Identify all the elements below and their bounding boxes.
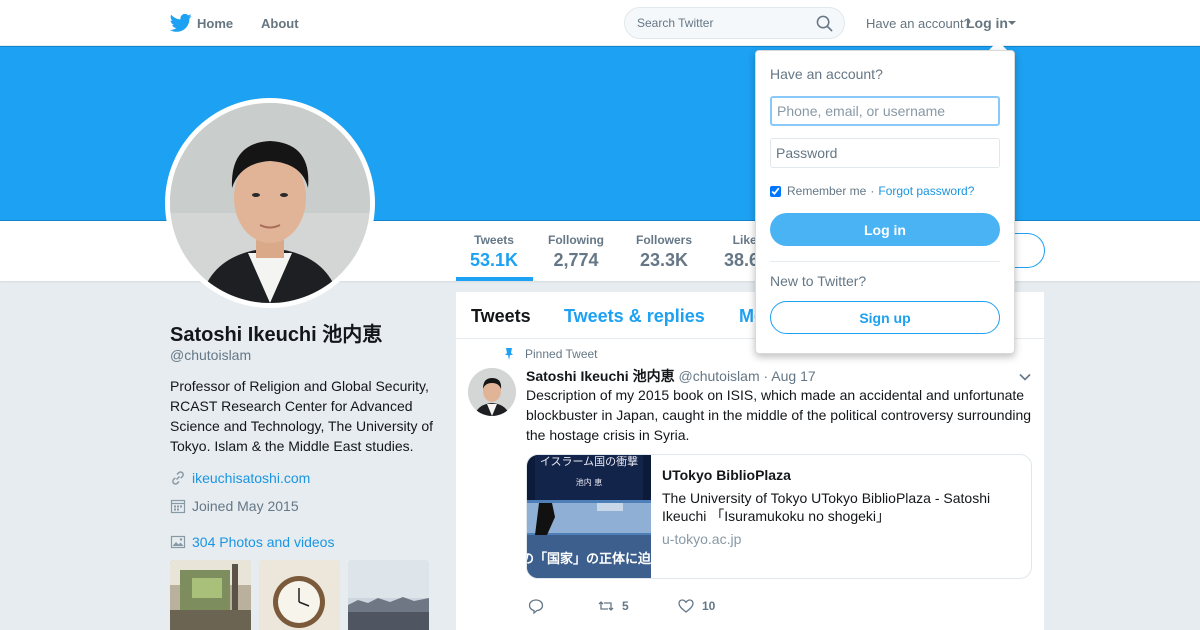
- tweet-header: Satoshi Ikeuchi 池内恵 @chutoislam · Aug 17: [526, 366, 816, 386]
- pinned-indicator: Pinned Tweet: [504, 347, 598, 361]
- stat-tweets[interactable]: Tweets 53.1K: [470, 233, 518, 271]
- profile-handle[interactable]: @chutoislam: [170, 347, 251, 363]
- card-title: UTokyo BiblioPlaza: [662, 467, 791, 483]
- tab-tweets[interactable]: Tweets: [471, 306, 531, 327]
- photo-thumbnail[interactable]: [170, 560, 251, 630]
- stat-value: 53.1K: [470, 250, 519, 270]
- pinned-label: Pinned Tweet: [525, 347, 598, 361]
- tweet-date[interactable]: · Aug 17: [764, 368, 816, 384]
- new-to-twitter-text: New to Twitter?: [770, 273, 867, 289]
- signup-button[interactable]: Sign up: [770, 301, 1000, 334]
- stat-label: Followers: [636, 233, 693, 247]
- top-nav: Home About Have an account? Log in: [0, 0, 1200, 46]
- search-input[interactable]: [637, 16, 807, 30]
- book-top-text: イスラーム国の衝撃: [540, 455, 638, 468]
- profile-photos-row: 304 Photos and videos: [170, 534, 334, 550]
- dropdown-heading: Have an account?: [770, 66, 883, 82]
- card-domain: u-tokyo.ac.jp: [662, 531, 742, 547]
- retweet-count: 5: [622, 599, 629, 613]
- book-author-text: 池内 恵: [576, 477, 603, 487]
- password-field[interactable]: [770, 138, 1000, 168]
- search-box[interactable]: [624, 7, 845, 39]
- nav-about-link[interactable]: About: [261, 16, 299, 31]
- retweet-action[interactable]: 5: [598, 598, 678, 614]
- stat-value: 2,774: [553, 250, 599, 270]
- photo-cityscape-icon: [348, 560, 429, 630]
- like-count: 10: [702, 599, 716, 613]
- remember-me-row: Remember me · Forgot password?: [770, 184, 974, 198]
- link-icon: [172, 471, 184, 485]
- profile-avatar[interactable]: [165, 98, 375, 308]
- tweet-author-handle[interactable]: @chutoislam: [678, 368, 759, 384]
- heart-icon[interactable]: [678, 598, 694, 614]
- person-portrait-icon: [468, 368, 516, 416]
- login-button[interactable]: Log in: [770, 213, 1000, 246]
- profile-joined-row: Joined May 2015: [170, 498, 299, 514]
- image-icon: [170, 535, 186, 549]
- nav-home-link[interactable]: Home: [197, 16, 233, 31]
- calendar-icon: [170, 499, 186, 514]
- card-thumbnail: イスラーム国の衝撃 池内 恵 謎の「国家」の正体に迫る!: [527, 455, 651, 578]
- active-tab-indicator: [456, 277, 533, 281]
- profile-name[interactable]: Satoshi Ikeuchi 池内恵: [170, 318, 382, 347]
- stat-followers[interactable]: Followers 23.3K: [636, 233, 692, 271]
- reply-action[interactable]: [528, 598, 598, 614]
- tweet-author-name[interactable]: Satoshi Ikeuchi 池内恵: [526, 368, 675, 384]
- pin-icon: [505, 348, 513, 360]
- book-banner-text: 謎の「国家」の正体に迫る!: [527, 551, 651, 567]
- like-action[interactable]: 10: [678, 598, 715, 614]
- stat-label: Following: [548, 233, 604, 247]
- dropdown-arrow: [989, 41, 1007, 50]
- caret-down-icon[interactable]: [1008, 21, 1016, 25]
- separator-dot: ·: [870, 184, 875, 198]
- photo-clock-icon: [259, 560, 340, 630]
- profile-bio: Professor of Religion and Global Securit…: [170, 378, 434, 454]
- forgot-password-link[interactable]: Forgot password?: [878, 184, 974, 198]
- card-description: The University of Tokyo UTokyo BiblioPla…: [662, 490, 991, 524]
- reply-icon[interactable]: [528, 598, 544, 614]
- username-field[interactable]: [770, 96, 1000, 126]
- profile-photos-link[interactable]: 304 Photos and videos: [192, 534, 334, 550]
- retweet-icon[interactable]: [598, 598, 614, 614]
- tab-tweets-replies[interactable]: Tweets & replies: [564, 306, 705, 327]
- stat-label: Tweets: [474, 233, 514, 247]
- have-account-text: Have an account?: [866, 16, 971, 31]
- chevron-down-icon[interactable]: [1018, 370, 1032, 384]
- person-portrait-icon: [170, 103, 370, 303]
- login-dropdown: Have an account? Remember me · Forgot pa…: [755, 50, 1015, 354]
- tweet-actions: 5 10: [528, 598, 715, 614]
- search-icon[interactable]: [816, 15, 833, 32]
- book-cover-icon: イスラーム国の衝撃 池内 恵 謎の「国家」の正体に迫る!: [527, 455, 651, 578]
- photo-interior-icon: [170, 560, 251, 630]
- remember-me-label[interactable]: Remember me: [787, 184, 866, 198]
- twitter-bird-icon[interactable]: [170, 13, 192, 33]
- photo-thumbnail[interactable]: [259, 560, 340, 630]
- photo-thumbnail[interactable]: [348, 560, 429, 630]
- stat-following[interactable]: Following 2,774: [548, 233, 604, 271]
- profile-joined-text: Joined May 2015: [192, 498, 299, 514]
- tweet-avatar[interactable]: [468, 368, 516, 416]
- tweet-text: Description of my 2015 book on ISIS, whi…: [526, 387, 1032, 443]
- remember-me-checkbox[interactable]: [770, 185, 781, 197]
- dropdown-divider: [770, 261, 1000, 262]
- link-card[interactable]: イスラーム国の衝撃 池内 恵 謎の「国家」の正体に迫る! UTokyo Bibl…: [526, 454, 1032, 579]
- stat-value: 23.3K: [639, 250, 689, 270]
- nav-login-link[interactable]: Log in: [966, 15, 1008, 31]
- photo-thumbnails: [170, 560, 429, 630]
- profile-website-row: ikeuchisatoshi.com: [170, 470, 310, 486]
- profile-website-link[interactable]: ikeuchisatoshi.com: [192, 470, 310, 486]
- avatar-photo: [170, 103, 370, 303]
